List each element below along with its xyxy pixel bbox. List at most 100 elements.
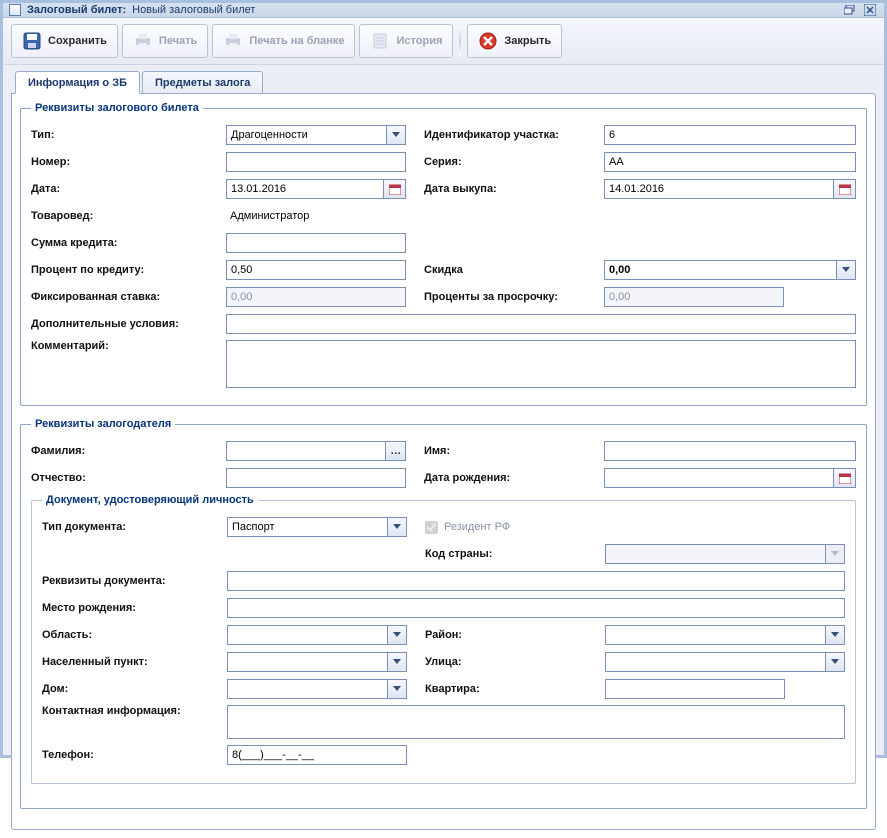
region-input[interactable] <box>227 625 387 645</box>
type-input[interactable] <box>226 125 386 145</box>
site-id-label: Идентификатор участка: <box>424 129 604 141</box>
group-document-legend: Документ, удостоверяющий личность <box>42 494 258 506</box>
name-input[interactable] <box>604 441 856 461</box>
print-blank-label: Печать на бланке <box>249 35 344 47</box>
history-button: История <box>359 24 453 58</box>
date-input[interactable] <box>226 179 384 199</box>
city-input[interactable] <box>227 652 387 672</box>
extra-label: Дополнительные условия: <box>31 318 226 330</box>
flat-input[interactable] <box>605 679 785 699</box>
close-window-button[interactable] <box>862 3 878 17</box>
number-input[interactable] <box>226 152 406 172</box>
overdue-input <box>604 287 784 307</box>
calendar-icon[interactable] <box>834 179 856 199</box>
district-combo[interactable] <box>605 625 845 645</box>
city-combo[interactable] <box>227 652 407 672</box>
comment-label: Комментарий: <box>31 340 226 352</box>
tabs: Информация о ЗБ Предметы залога <box>11 71 876 94</box>
save-button[interactable]: Сохранить <box>11 24 118 58</box>
patronymic-input[interactable] <box>226 468 406 488</box>
country-input <box>605 544 825 564</box>
calendar-icon[interactable] <box>834 468 856 488</box>
group-document: Документ, удостоверяющий личность Тип до… <box>31 494 856 784</box>
title-suffix: Новый залоговый билет <box>132 4 255 16</box>
save-icon <box>22 31 42 51</box>
discount-label: Скидка <box>424 264 604 276</box>
series-label: Серия: <box>424 156 604 168</box>
series-input[interactable] <box>604 152 856 172</box>
chevron-down-icon[interactable] <box>386 125 406 145</box>
type-combo[interactable] <box>226 125 406 145</box>
tab-items[interactable]: Предметы залога <box>142 71 263 94</box>
comment-input[interactable] <box>226 340 856 388</box>
phone-input[interactable] <box>227 745 407 765</box>
dob-input[interactable] <box>604 468 834 488</box>
number-label: Номер: <box>31 156 226 168</box>
tab-panel: Реквизиты залогового билета Тип: Идентиф… <box>11 93 876 830</box>
chevron-down-icon[interactable] <box>387 625 407 645</box>
street-label: Улица: <box>425 656 605 668</box>
credit-percent-input[interactable] <box>226 260 406 280</box>
group-ticket-legend: Реквизиты залогового билета <box>31 102 203 114</box>
phone-label: Телефон: <box>42 749 227 761</box>
save-label: Сохранить <box>48 35 107 47</box>
restore-button[interactable] <box>842 3 858 17</box>
printer-blank-icon <box>223 31 243 51</box>
district-label: Район: <box>425 629 605 641</box>
chevron-down-icon[interactable] <box>387 517 407 537</box>
expert-label: Товаровед: <box>31 210 226 222</box>
discount-combo[interactable] <box>604 260 856 280</box>
credit-percent-label: Процент по кредиту: <box>31 264 226 276</box>
house-label: Дом: <box>42 683 227 695</box>
close-button[interactable]: Закрыть <box>467 24 562 58</box>
date-label: Дата: <box>31 183 226 195</box>
lookup-button[interactable]: … <box>386 441 406 461</box>
doc-type-combo[interactable] <box>227 517 407 537</box>
resident-label: Резидент РФ <box>444 521 510 533</box>
chevron-down-icon[interactable] <box>825 625 845 645</box>
chevron-down-icon[interactable] <box>836 260 856 280</box>
credit-sum-input[interactable] <box>226 233 406 253</box>
site-id-input[interactable] <box>604 125 856 145</box>
fixed-rate-input <box>226 287 406 307</box>
toolbar: Сохранить Печать Печать на бланке Истори… <box>3 18 884 65</box>
chevron-down-icon <box>825 544 845 564</box>
surname-label: Фамилия: <box>31 445 226 457</box>
doc-type-label: Тип документа: <box>42 521 227 533</box>
extra-input[interactable] <box>226 314 856 334</box>
title-prefix: Залоговый билет: <box>27 4 126 16</box>
chevron-down-icon[interactable] <box>387 679 407 699</box>
chevron-down-icon[interactable] <box>825 652 845 672</box>
name-label: Имя: <box>424 445 604 457</box>
contact-input[interactable] <box>227 705 845 739</box>
street-combo[interactable] <box>605 652 845 672</box>
credit-sum-label: Сумма кредита: <box>31 237 226 249</box>
doc-req-input[interactable] <box>227 571 845 591</box>
close-icon <box>478 31 498 51</box>
chevron-down-icon[interactable] <box>387 652 407 672</box>
resident-checkbox: Резидент РФ <box>425 521 510 534</box>
birthplace-input[interactable] <box>227 598 845 618</box>
house-input[interactable] <box>227 679 387 699</box>
birthplace-label: Место рождения: <box>42 602 227 614</box>
dob-label: Дата рождения: <box>424 472 604 484</box>
app-icon <box>9 4 21 16</box>
calendar-icon[interactable] <box>384 179 406 199</box>
buyout-date-input[interactable] <box>604 179 834 199</box>
print-blank-button: Печать на бланке <box>212 24 355 58</box>
district-input[interactable] <box>605 625 825 645</box>
surname-input[interactable] <box>226 441 386 461</box>
close-label: Закрыть <box>504 35 551 47</box>
tab-info[interactable]: Информация о ЗБ <box>15 71 140 94</box>
type-label: Тип: <box>31 129 226 141</box>
app-window: Залоговый билет: Новый залоговый билет С… <box>0 0 887 758</box>
house-combo[interactable] <box>227 679 407 699</box>
printer-icon <box>133 31 153 51</box>
doc-type-input[interactable] <box>227 517 387 537</box>
street-input[interactable] <box>605 652 825 672</box>
contact-label: Контактная информация: <box>42 705 227 717</box>
resident-check-input <box>425 521 438 534</box>
region-combo[interactable] <box>227 625 407 645</box>
discount-input[interactable] <box>604 260 836 280</box>
region-label: Область: <box>42 629 227 641</box>
